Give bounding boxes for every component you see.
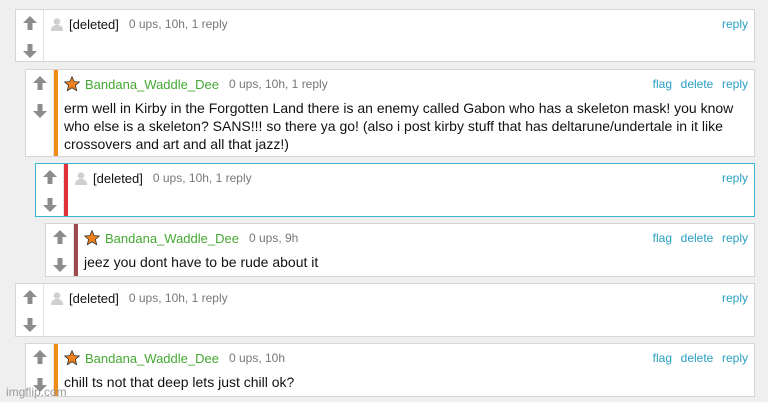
comment-actions: flag delete reply <box>648 230 748 245</box>
comment-author: [deleted] <box>69 16 119 32</box>
star-icon <box>64 76 80 92</box>
arrow-down-icon <box>33 104 47 118</box>
comment-author: [deleted] <box>93 170 143 186</box>
upvote-button[interactable] <box>19 286 41 308</box>
arrow-down-icon <box>53 258 67 272</box>
downvote-button[interactable] <box>19 314 41 336</box>
comment-meta: 0 ups, 10h, 1 reply <box>228 77 328 91</box>
comment-meta: 0 ups, 9h <box>248 231 299 245</box>
comment-text: jeez you dont have to be rude about it <box>84 254 319 270</box>
downvote-button[interactable] <box>49 254 71 276</box>
arrow-down-icon <box>43 198 57 212</box>
arrow-down-icon <box>23 44 37 58</box>
imgflip-watermark: imgflip.com <box>6 385 67 399</box>
upvote-button[interactable] <box>19 12 41 34</box>
reply-link[interactable]: reply <box>722 171 748 185</box>
arrow-up-icon <box>33 350 47 364</box>
comment-actions: reply <box>717 16 748 31</box>
vote-column <box>36 164 64 216</box>
comment-actions: reply <box>717 290 748 305</box>
user-silhouette-icon <box>51 292 63 305</box>
comment-meta: 0 ups, 10h, 1 reply <box>128 291 228 305</box>
downvote-button[interactable] <box>19 40 41 62</box>
comment-deleted-1: [deleted] 0 ups, 10h, 1 reply reply <box>15 9 755 62</box>
arrow-up-icon <box>53 230 67 244</box>
comment-author: [deleted] <box>69 290 119 306</box>
thread-stripe <box>54 70 58 156</box>
arrow-up-icon <box>23 16 37 30</box>
upvote-button[interactable] <box>49 226 71 248</box>
comment-author-link[interactable]: Bandana_Waddle_Dee <box>85 351 219 366</box>
reply-link[interactable]: reply <box>722 291 748 305</box>
comment-bandana-1: Bandana_Waddle_Dee 0 ups, 10h, 1 reply f… <box>25 69 755 157</box>
arrow-up-icon <box>23 290 37 304</box>
flag-link[interactable]: flag <box>653 77 672 91</box>
vote-column <box>16 284 44 336</box>
comment-bandana-2: Bandana_Waddle_Dee 0 ups, 9h flag delete… <box>45 223 755 277</box>
comment-deleted-2: [deleted] 0 ups, 10h, 1 reply reply <box>35 163 755 217</box>
comment-actions: flag delete reply <box>648 350 748 365</box>
arrow-up-icon <box>43 170 57 184</box>
comment-author-link[interactable]: Bandana_Waddle_Dee <box>105 231 239 246</box>
star-icon <box>64 350 80 366</box>
reply-link[interactable]: reply <box>722 351 748 365</box>
comment-meta: 0 ups, 10h, 1 reply <box>128 17 228 31</box>
flag-link[interactable]: flag <box>653 231 672 245</box>
thread-stripe <box>74 224 78 276</box>
reply-link[interactable]: reply <box>722 17 748 31</box>
upvote-button[interactable] <box>29 346 51 368</box>
vote-column <box>46 224 74 276</box>
upvote-button[interactable] <box>29 72 51 94</box>
comment-deleted-3: [deleted] 0 ups, 10h, 1 reply reply <box>15 283 755 337</box>
reply-link[interactable]: reply <box>722 77 748 91</box>
vote-column <box>16 10 44 61</box>
upvote-button[interactable] <box>39 166 61 188</box>
user-silhouette-icon <box>51 18 63 31</box>
comment-text: chill ts not that deep lets just chill o… <box>64 374 295 390</box>
arrow-up-icon <box>33 76 47 90</box>
comment-actions: flag delete reply <box>648 76 748 91</box>
star-icon <box>84 230 100 246</box>
delete-link[interactable]: delete <box>681 77 714 91</box>
comment-actions: reply <box>717 170 748 185</box>
comment-meta: 0 ups, 10h, 1 reply <box>152 171 252 185</box>
downvote-button[interactable] <box>39 194 61 216</box>
user-silhouette-icon <box>75 172 87 185</box>
thread-stripe <box>64 164 68 216</box>
downvote-button[interactable] <box>29 100 51 122</box>
reply-link[interactable]: reply <box>722 231 748 245</box>
vote-column <box>26 70 54 156</box>
delete-link[interactable]: delete <box>681 231 714 245</box>
flag-link[interactable]: flag <box>653 351 672 365</box>
delete-link[interactable]: delete <box>681 351 714 365</box>
comment-bandana-3: Bandana_Waddle_Dee 0 ups, 10h flag delet… <box>25 343 755 397</box>
comment-meta: 0 ups, 10h <box>228 351 286 365</box>
comment-text: erm well in Kirby in the Forgotten Land … <box>64 100 734 152</box>
arrow-down-icon <box>23 318 37 332</box>
comment-author-link[interactable]: Bandana_Waddle_Dee <box>85 77 219 92</box>
